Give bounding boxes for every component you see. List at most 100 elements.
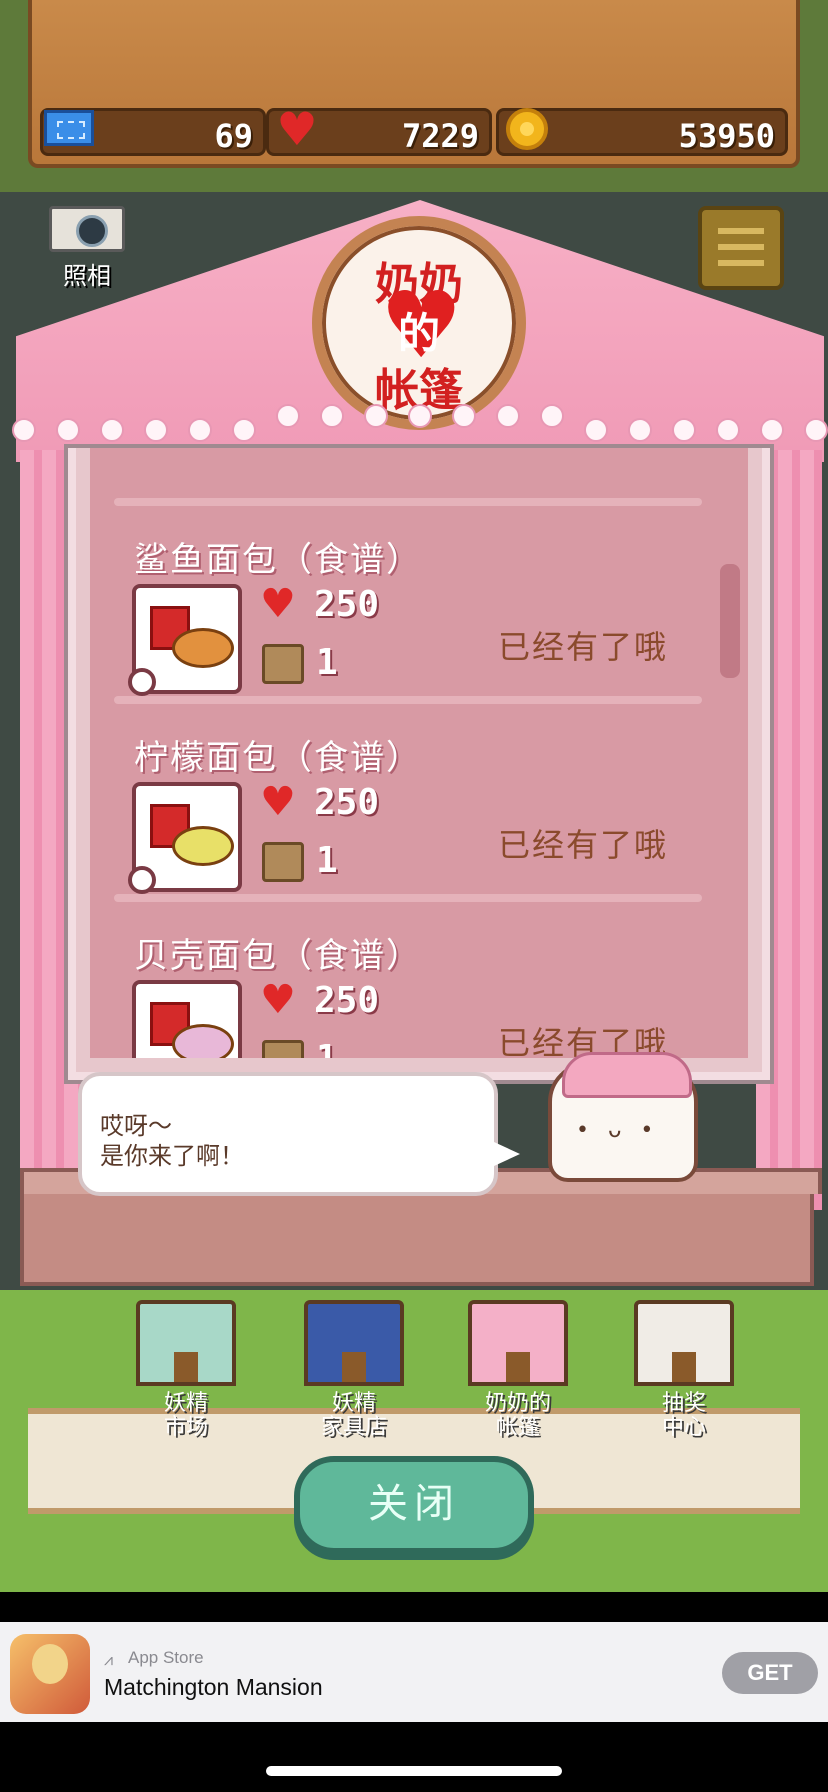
app-store-icon: ⩘ [104,1650,114,1669]
recipe-list-panel[interactable]: 鲨鱼面包（食谱） ♥ 250 1 已经有了哦 柠檬面包（食谱） ♥ 250 1 [64,444,774,1084]
shop-label-line: 市场 [163,1415,208,1440]
crate-icon [262,1040,304,1058]
lottery-center-icon [634,1300,734,1386]
pearl-bead [628,418,652,442]
shop-label-line: 抽奖 [661,1391,706,1416]
shop-label-line: 奶奶的 [484,1391,551,1416]
pearl-bead [56,418,80,442]
furniture-store-icon [304,1300,404,1386]
menu-icon-bar [718,260,764,266]
shop-label: 妖精 市场 [126,1392,246,1440]
list-item[interactable]: 鲨鱼面包（食谱） ♥ 250 1 已经有了哦 [90,532,748,722]
menu-icon-bar [718,244,764,250]
heart-icon: ♥ [276,102,318,156]
shop-counter [20,1168,822,1286]
ad-store-label: App Store [128,1648,204,1667]
camera-button[interactable]: 照相 [48,206,126,292]
shop-grandma-tent[interactable]: 奶奶的 帐篷 [458,1300,578,1440]
heart-count: 7229 [401,117,479,155]
pearl-bead [672,418,696,442]
dialog-line-2: 是你来了啊！ [100,1142,244,1170]
pearl-bead [716,418,740,442]
pearl-garland [12,404,828,448]
shop-label: 奶奶的 帐篷 [458,1392,578,1440]
list-item[interactable]: 柠檬面包（食谱） ♥ 250 1 已经有了哦 [90,730,748,920]
shop-label-line: 妖精 [331,1391,376,1416]
shop-lottery-center[interactable]: 抽奖 中心 [624,1300,744,1440]
pearl-bead [232,418,256,442]
magnifier-icon[interactable] [128,866,156,894]
crate-icon [262,644,304,684]
shop-label-line: 帐篷 [495,1415,540,1440]
camera-icon [49,206,125,252]
ticket-count: 69 [214,117,253,155]
app-icon[interactable] [10,1634,90,1714]
menu-icon [718,228,764,234]
shark-bread-icon [172,628,234,668]
pearl-bead [584,418,608,442]
heart-price-icon: ♥ [260,581,296,627]
fairy-market-icon [136,1300,236,1386]
recipe-thumbnail[interactable] [128,584,242,696]
sign-title-middle: 的 [397,309,440,358]
item-title: 贝壳面包（食谱） [134,936,422,976]
pearl-bead [276,404,300,428]
item-title: 鲨鱼面包（食谱） [134,540,422,580]
divider [114,498,702,506]
crate-icon [262,842,304,882]
list-item[interactable]: 贝壳面包（食谱） ♥ 250 1 已经有了哦 [90,928,748,1058]
recipe-thumbnail[interactable] [132,980,242,1058]
item-title: 柠檬面包（食谱） [134,738,422,778]
heart-price: 250 [314,980,380,1021]
pearl-bead [540,404,564,428]
ad-title[interactable]: Matchington Mansion [104,1674,323,1701]
close-button[interactable]: 关闭 [294,1456,534,1554]
shop-label-line: 家具店 [320,1415,387,1440]
pearl-bead [452,404,476,428]
recipe-list[interactable]: 鲨鱼面包（食谱） ♥ 250 1 已经有了哦 柠檬面包（食谱） ♥ 250 1 [90,448,748,1058]
tent-sign: 奶奶 ♥ 的 帐篷 [312,216,526,430]
scrollbar[interactable] [720,564,740,678]
pearl-bead [804,418,828,442]
pearl-bead [12,418,36,442]
shell-bread-icon [172,1024,234,1058]
pearl-bead [496,404,520,428]
heart-price: 250 [314,584,380,625]
coin-count: 53950 [678,117,775,155]
recipe-thumbnail[interactable] [128,782,242,894]
pearl-bead [364,404,388,428]
shop-label-line: 中心 [661,1415,706,1440]
menu-button[interactable] [698,206,784,290]
divider [114,894,702,902]
shop-label: 抽奖 中心 [624,1392,744,1440]
shop-fairy-furniture[interactable]: 妖精 家具店 [294,1300,414,1440]
ad-banner[interactable]: ⩘ App Store Matchington Mansion GET [0,1622,828,1722]
camera-label: 照相 [63,262,111,290]
get-button[interactable]: GET [722,1652,818,1694]
heart-price: 250 [314,782,380,823]
divider [114,696,702,704]
home-indicator[interactable] [266,1766,562,1776]
heart-price-icon: ♥ [260,779,296,825]
shop-fairy-market[interactable]: 妖精 市场 [126,1300,246,1440]
owned-status: 已经有了哦 [498,826,669,864]
magnifier-icon[interactable] [128,668,156,696]
speech-bubble: 哎呀～ 是你来了啊！ [78,1072,520,1196]
shop-label-line: 妖精 [163,1391,208,1416]
pearl-bead [100,418,124,442]
crate-count: 1 [316,1038,338,1058]
pearl-bead [144,418,168,442]
ticket-icon [44,110,94,146]
grandma-face: • ᴗ • [576,1118,660,1143]
shop-label: 妖精 家具店 [294,1392,414,1440]
pearl-bead [320,404,344,428]
pearl-bead [408,404,432,428]
top-resource-bar [0,0,828,192]
crate-count: 1 [316,840,338,881]
grandma-tent-icon [468,1300,568,1386]
owned-status: 已经有了哦 [498,628,669,666]
lemon-bread-icon [172,826,234,866]
crate-count: 1 [316,642,338,683]
heart-price-icon: ♥ [260,977,296,1023]
pearl-bead [188,418,212,442]
